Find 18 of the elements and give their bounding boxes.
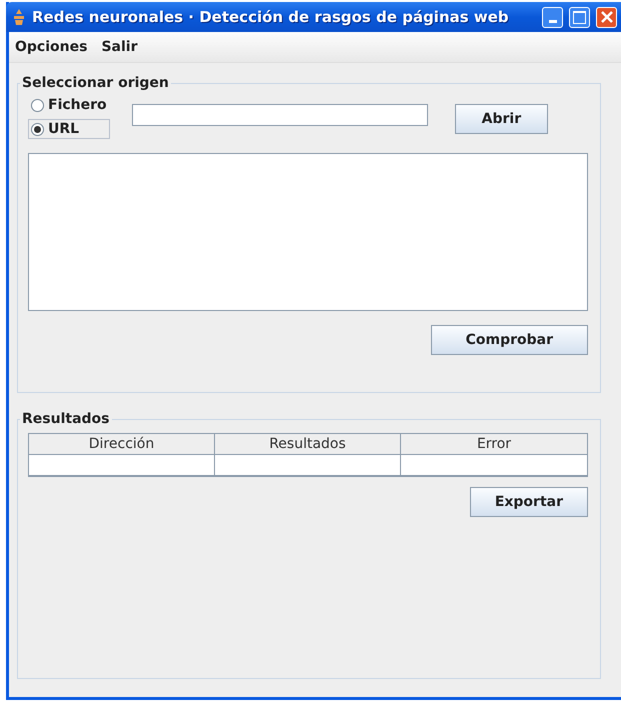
panel-title: Seleccionar origen: [21, 75, 170, 91]
open-button[interactable]: Abrir: [454, 104, 548, 134]
export-button[interactable]: Exportar: [470, 487, 588, 517]
maximize-button[interactable]: [569, 6, 590, 28]
panel-title: Resultados: [21, 411, 110, 427]
close-button[interactable]: [596, 6, 617, 28]
minimize-button[interactable]: [542, 6, 563, 28]
input-field[interactable]: [132, 104, 428, 126]
check-button[interactable]: Comprobar: [430, 325, 588, 355]
menu-item[interactable]: Salir: [101, 39, 138, 55]
window-title: Redes neuronales · Detección de rasgos de páginas web: [32, 8, 510, 26]
column-header[interactable]: Resultados: [215, 434, 401, 455]
menu-item[interactable]: Opciones: [15, 39, 88, 55]
column-header[interactable]: Dirección: [29, 434, 215, 455]
app-icon: [12, 8, 26, 26]
close-icon: [600, 11, 612, 23]
radio-option[interactable]: URL: [28, 119, 110, 139]
radio-option[interactable]: Fichero: [28, 95, 110, 115]
